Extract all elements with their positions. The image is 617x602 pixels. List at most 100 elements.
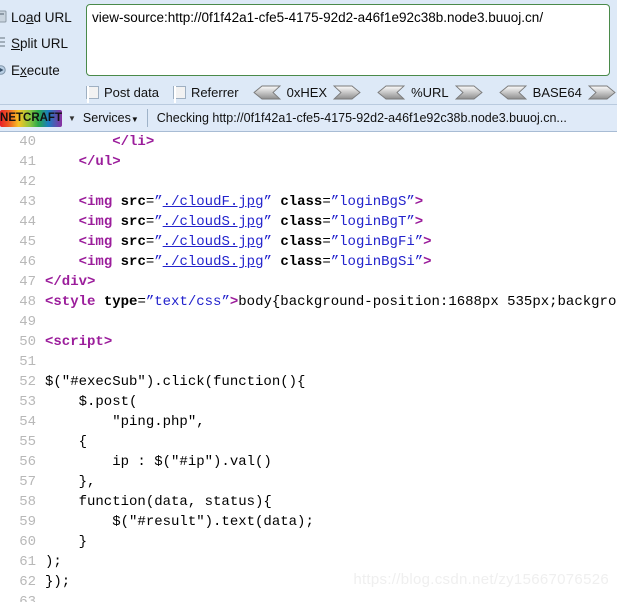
class-value: loginBgSi	[339, 254, 415, 270]
line-number: 49	[19, 314, 36, 330]
attr-class: class	[280, 234, 323, 250]
services-menu[interactable]: Services▼	[83, 111, 139, 125]
code-line: 61 );	[0, 552, 617, 572]
class-value: loginBgFi	[339, 234, 415, 250]
tag-style: style	[53, 294, 96, 310]
execute-icon	[0, 65, 6, 75]
line-number: 44	[19, 214, 36, 230]
code-line: 41 </ul>	[0, 152, 617, 172]
code-line: 40 </li>	[0, 132, 617, 152]
line-number: 63	[19, 594, 36, 602]
line-content: <img src=”./cloudS.jpg” class=”loginBgFi…	[78, 234, 432, 250]
code-line: 44 <img src=”./cloudS.jpg” class=”loginB…	[0, 212, 617, 232]
src-value[interactable]: ./cloudS.jpg	[163, 234, 264, 250]
src-value[interactable]: ./cloudS.jpg	[163, 254, 264, 270]
line-number: 42	[19, 174, 36, 190]
line-content: });	[45, 574, 71, 590]
netcraft-logo-text: NETCRAFT	[0, 112, 62, 124]
hex-encoder-group: 0xHEX	[252, 84, 361, 100]
line-number: 43	[19, 194, 36, 210]
src-value[interactable]: ./cloudS.jpg	[163, 214, 264, 230]
line-number: 52	[19, 374, 36, 390]
view-source-pane[interactable]: 40 </li> 41 </ul> 42 43 <img src=”./clou…	[0, 132, 617, 602]
load-url-label: Load URL	[11, 9, 72, 25]
code-line: 43 <img src=”./cloudF.jpg” class=”loginB…	[0, 192, 617, 212]
code-line: 57 },	[0, 472, 617, 492]
line-content: <img src=”./cloudS.jpg” class=”loginBgT”…	[78, 214, 424, 230]
referrer-checkbox[interactable]: Referrer	[172, 85, 239, 103]
line-content: {	[45, 434, 88, 450]
line-number: 41	[19, 154, 36, 170]
line-number: 53	[19, 394, 36, 410]
attr-src: src	[120, 214, 146, 230]
line-content: }	[45, 534, 88, 550]
url-encode-arrow-icon[interactable]	[454, 85, 483, 100]
code-line: 59 $("#result").text(data);	[0, 512, 617, 532]
base64-encoder-group: BASE64	[498, 84, 616, 100]
code-line: 49	[0, 312, 617, 332]
url-encoder-group: %URL	[377, 85, 483, 100]
line-number: 45	[19, 234, 36, 250]
post-data-checkbox-box[interactable]	[86, 85, 99, 103]
code-line: 58 function(data, status){	[0, 492, 617, 512]
line-content: </li>	[45, 132, 154, 152]
line-number: 56	[19, 454, 36, 470]
tag-img: img	[87, 214, 113, 230]
netcraft-chevron-down-icon[interactable]: ▼	[68, 114, 76, 123]
post-data-checkbox[interactable]: Post data	[86, 85, 159, 103]
hex-encode-arrow-icon[interactable]	[333, 85, 361, 100]
url-input[interactable]	[86, 4, 610, 76]
load-url-button[interactable]: Load URL	[0, 4, 85, 30]
tag-img: img	[87, 234, 113, 250]
referrer-checkbox-box[interactable]	[172, 85, 186, 103]
code-line: 56 ip : $("#ip").val()	[0, 452, 617, 472]
class-value: loginBgS	[339, 194, 407, 210]
line-number: 50	[19, 334, 36, 350]
line-number: 48	[19, 294, 36, 310]
base64-decode-arrow-icon[interactable]	[498, 85, 527, 100]
base64-label: BASE64	[532, 84, 582, 100]
url-decode-arrow-icon[interactable]	[377, 85, 406, 100]
line-content: );	[45, 554, 62, 570]
hackbar-options-row: Post data Referrer 0xHEX %URL BASE64	[0, 80, 617, 104]
line-number: 55	[19, 434, 36, 450]
line-number: 57	[19, 474, 36, 490]
netcraft-status-text: Checking http://0f1f42a1-cfe5-4175-92d2-…	[156, 111, 567, 125]
attr-class: class	[280, 214, 323, 230]
attr-type: type	[103, 294, 138, 310]
load-url-icon	[0, 10, 7, 23]
split-url-button[interactable]: Split URL	[0, 30, 85, 56]
code-line: 53 $.post(	[0, 392, 617, 412]
base64-encode-arrow-icon[interactable]	[587, 85, 616, 100]
line-content: </div>	[45, 272, 95, 292]
style-body-text: body{background-position:1688px 535px;ba…	[238, 294, 617, 310]
hackbar-panel: Load URL Split URL Execute Post data Ref…	[0, 0, 617, 104]
netcraft-logo[interactable]: NETCRAFT	[0, 109, 62, 127]
code-line: 52 $("#execSub").click(function(){	[0, 372, 617, 392]
hex-decode-arrow-icon[interactable]	[252, 85, 281, 100]
attr-class: class	[280, 254, 323, 270]
split-url-icon	[0, 37, 5, 47]
line-number: 59	[19, 514, 36, 530]
code-line: 50 <script>	[0, 332, 617, 352]
hex-label: 0xHEX	[286, 84, 328, 100]
code-line: 54 "ping.php",	[0, 412, 617, 432]
line-number: 62	[19, 574, 36, 590]
line-number: 51	[19, 354, 36, 370]
toolbar-divider	[146, 109, 148, 127]
code-line: 60 }	[0, 532, 617, 552]
attr-src: src	[120, 254, 146, 270]
line-content: $.post(	[45, 394, 138, 410]
attr-src: src	[120, 234, 146, 250]
line-number: 54	[19, 414, 36, 430]
line-content: "ping.php",	[45, 414, 205, 430]
line-number: 61	[19, 554, 36, 570]
code-line: 55 {	[0, 432, 617, 452]
url-label: %URL	[411, 84, 449, 100]
attr-class: class	[280, 194, 323, 210]
line-content: $("#result").text(data);	[45, 514, 314, 530]
src-value[interactable]: ./cloudF.jpg	[163, 194, 264, 210]
attr-src: src	[120, 194, 146, 210]
line-content: ip : $("#ip").val()	[45, 454, 272, 470]
services-chevron-down-icon: ▼	[130, 115, 139, 124]
